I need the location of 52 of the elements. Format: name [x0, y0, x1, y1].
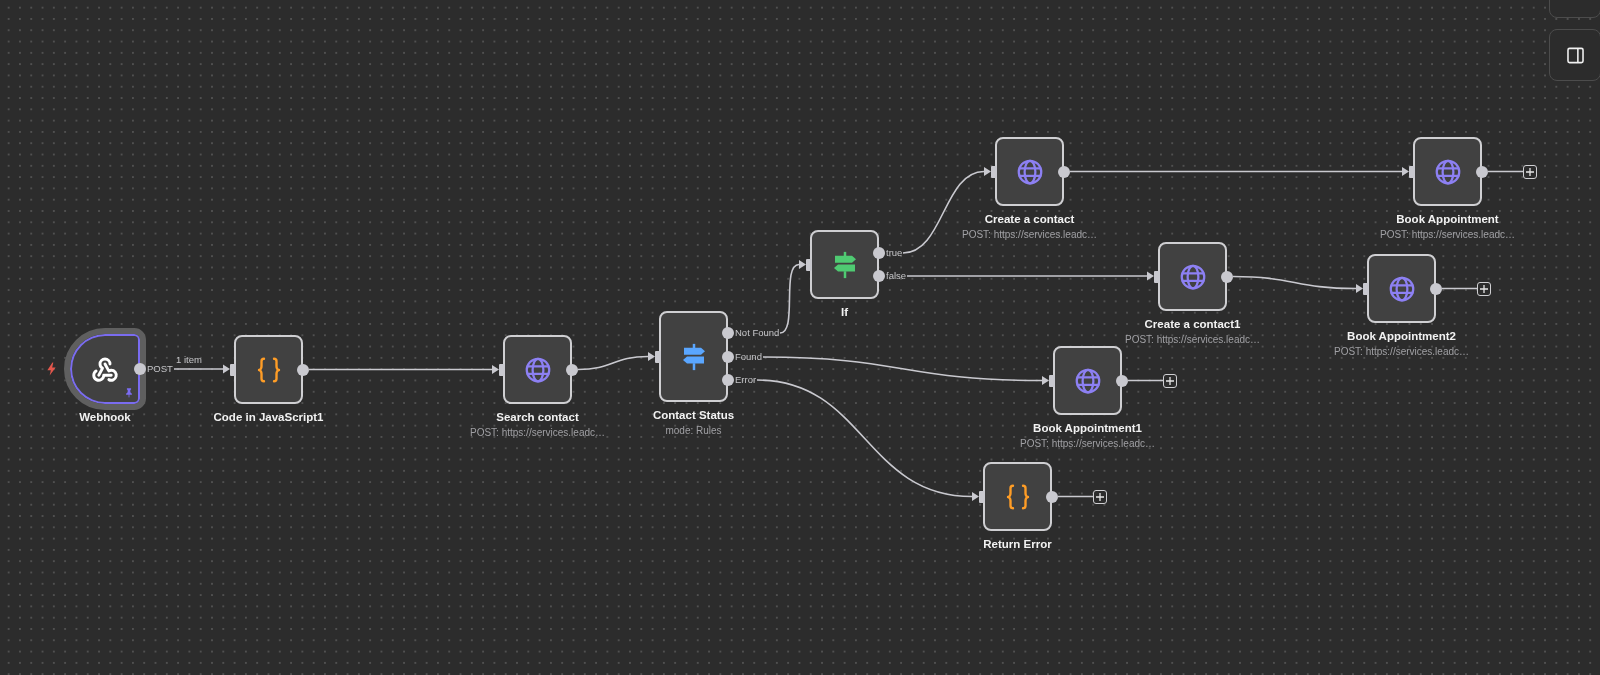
input-handle[interactable]	[991, 165, 997, 178]
connector-line	[1127, 379, 1164, 382]
add-node-button[interactable]	[1093, 489, 1107, 504]
add-node-button[interactable]	[1523, 164, 1537, 179]
panel-icon	[1565, 45, 1585, 65]
input-handle[interactable]	[655, 350, 661, 363]
node-subtitle: POST: https://services.leadc…	[1379, 229, 1516, 241]
node-title: Return Error	[983, 537, 1052, 552]
output-label: Error	[735, 373, 757, 386]
node-title: Book Appointment1	[1033, 421, 1142, 436]
output-label: Found	[735, 350, 762, 363]
plus-icon	[1480, 284, 1488, 293]
node-subtitle: POST: https://services.leadc…	[1333, 346, 1470, 358]
input-handle[interactable]	[1409, 165, 1415, 178]
node-title: Webhook	[79, 410, 131, 425]
pin-icon	[124, 387, 134, 398]
node-title: Book Appointment	[1396, 212, 1499, 227]
plus-icon	[1096, 492, 1104, 501]
add-node-button[interactable]	[1477, 281, 1491, 296]
node-title: If	[841, 305, 848, 320]
node-title: Book Appointment2	[1347, 329, 1456, 344]
connector-line	[1057, 495, 1094, 498]
add-node-button[interactable]	[1163, 373, 1177, 388]
input-handle[interactable]	[1154, 270, 1160, 283]
plus-icon	[1526, 167, 1534, 176]
input-handle[interactable]	[1363, 282, 1369, 295]
connection-line	[173, 364, 230, 374]
output-label: POST	[147, 362, 173, 375]
node-subtitle: POST: https://services.leadc…	[1124, 334, 1261, 346]
output-label: Not Found	[735, 326, 780, 339]
connector-line	[1441, 287, 1478, 290]
workflow-node[interactable]	[64, 328, 146, 410]
node-subtitle: POST: https://services.leadc…	[961, 229, 1098, 241]
input-handle[interactable]	[806, 258, 812, 271]
plus-icon	[1166, 376, 1174, 385]
node-subtitle: mode: Rules	[665, 425, 722, 437]
node-title: Create a contact	[984, 212, 1075, 227]
input-handle[interactable]	[979, 490, 985, 503]
connector-line	[1487, 170, 1524, 173]
node-title: Code in JavaScript1	[213, 410, 324, 425]
output-label: true	[886, 246, 903, 259]
item-count-label: 1 item	[176, 354, 202, 366]
input-handle[interactable]	[499, 363, 505, 376]
node-subtitle: POST: https://services.leadc…	[469, 427, 606, 439]
node-title: Create a contact1	[1144, 317, 1241, 332]
output-label: false	[886, 269, 907, 282]
node-subtitle: POST: https://services.leadc…	[1019, 438, 1156, 450]
toolbar-button[interactable]	[1549, 29, 1600, 81]
node-title: Contact Status	[652, 408, 735, 423]
input-handle[interactable]	[1049, 374, 1055, 387]
node-title: Search contact	[496, 410, 579, 425]
input-handle[interactable]	[230, 363, 236, 376]
